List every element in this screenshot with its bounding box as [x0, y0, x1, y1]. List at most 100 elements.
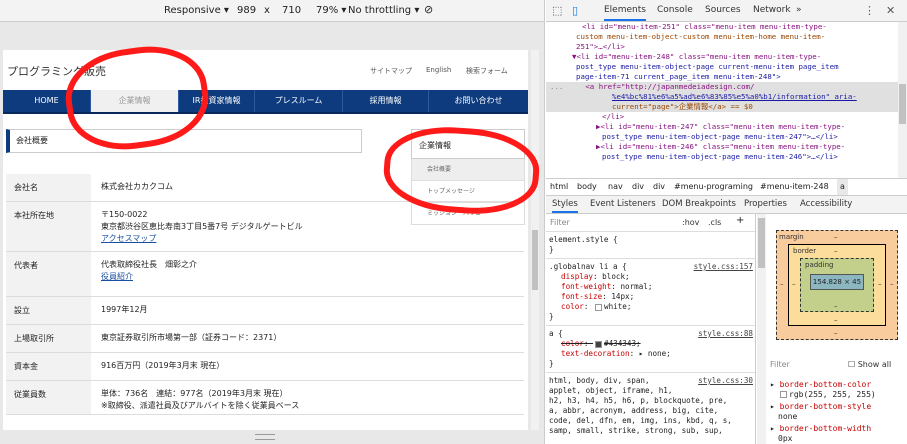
crumb-div[interactable]: div: [632, 179, 644, 195]
tab-dom-breakpoints[interactable]: DOM Breakpoints: [662, 199, 736, 209]
inspect-icon[interactable]: ⬚: [552, 4, 562, 17]
hov-toggle[interactable]: :hov: [682, 218, 699, 228]
tab-event-listeners[interactable]: Event Listeners: [590, 199, 656, 209]
close-icon[interactable]: ✕: [886, 4, 895, 17]
styles-tab-bar: Styles Event Listeners DOM Breakpoints P…: [546, 196, 907, 214]
row-label: 従業員数: [6, 381, 91, 414]
menu-dots-icon[interactable]: ⋮: [864, 4, 875, 17]
width-input[interactable]: 989: [237, 5, 256, 16]
show-all-checkbox[interactable]: ☐ Show all: [848, 360, 891, 369]
dom-line[interactable]: post_type menu-item-object-page menu-ite…: [546, 152, 898, 162]
zoom-dropdown[interactable]: 79% ▾: [316, 5, 346, 16]
tab-console[interactable]: Console: [657, 5, 693, 15]
elements-scrollbar[interactable]: [898, 22, 907, 178]
scrollbar-thumb[interactable]: [532, 230, 538, 290]
css-declaration[interactable]: color: white;: [549, 302, 753, 312]
tab-accessibility[interactable]: Accessibility: [800, 199, 852, 209]
dom-line[interactable]: custom menu-item-object-custom menu-item…: [546, 32, 898, 42]
css-declaration[interactable]: display: block;: [549, 272, 753, 282]
devtools-tab-bar: ⬚ ▯ Elements Console Sources Network » ⋮…: [546, 0, 907, 22]
dom-line-selected[interactable]: %e4%bc%81%e6%a5%ad%e6%83%85%e5%a0%b1/inf…: [546, 92, 898, 102]
computed-property[interactable]: ▸ border-bottom-color: [770, 380, 871, 389]
scrollbar-thumb[interactable]: [758, 218, 765, 268]
tab-elements[interactable]: Elements: [604, 5, 646, 21]
crumb-html[interactable]: html: [550, 179, 568, 195]
computed-property[interactable]: ▸ border-bottom-style: [770, 402, 871, 411]
crumb-a[interactable]: a: [837, 179, 848, 195]
elements-tree: <li id="menu-item-251" class="menu-item …: [546, 22, 898, 178]
crumb-menu-programing[interactable]: #menu-programing: [674, 179, 753, 195]
access-map-link[interactable]: アクセスマップ: [101, 233, 524, 245]
dom-line[interactable]: ▶<li id="menu-item-247" class="menu-item…: [546, 122, 898, 132]
nav-contact[interactable]: お問い合わせ: [429, 90, 528, 112]
throttle-dropdown[interactable]: No throttling ▾: [348, 5, 419, 16]
crumb-nav[interactable]: nav: [608, 179, 623, 195]
color-swatch-white: [780, 391, 787, 398]
color-swatch-white[interactable]: [595, 303, 603, 311]
dom-line-selected[interactable]: ... <a href="http://japanmedeiadesign.com…: [546, 82, 898, 92]
css-declaration[interactable]: text-decoration: ▸ none;: [549, 349, 753, 359]
more-tabs-icon[interactable]: »: [796, 5, 802, 15]
util-link-english[interactable]: English: [426, 66, 451, 74]
computed-value: none: [778, 412, 798, 421]
dom-line[interactable]: post_type menu-item-object-page current-…: [546, 62, 898, 72]
responsive-dropdown[interactable]: Responsive ▾: [164, 5, 229, 16]
computed-pane: margin – – – – border – – – – padding – …: [766, 214, 907, 444]
row-label: 設立: [6, 297, 91, 324]
row-label: 代表者: [6, 252, 91, 296]
row-value: 1997年12月: [101, 305, 148, 314]
dom-line[interactable]: page-item-71 current_page_item menu-item…: [546, 72, 898, 82]
tab-styles[interactable]: Styles: [552, 199, 578, 213]
tab-network[interactable]: Network: [753, 5, 791, 15]
computed-value: 0px: [778, 434, 793, 443]
computed-filter-row: Filter ☐ Show all: [770, 360, 905, 369]
breadcrumb: html body nav div div #menu-programing #…: [546, 178, 907, 196]
resize-handle[interactable]: [255, 434, 275, 440]
dom-line[interactable]: 251">…</li>: [546, 42, 898, 52]
tab-properties[interactable]: Properties: [744, 199, 787, 209]
css-declaration[interactable]: font-size: 14px;: [549, 292, 753, 302]
dom-line[interactable]: post_type menu-item-object-page menu-ite…: [546, 132, 898, 142]
padding-label: padding: [805, 261, 834, 269]
scrollbar-thumb[interactable]: [899, 84, 906, 124]
device-toggle-icon[interactable]: ▯: [572, 4, 578, 17]
styles-filter-row: Filter :hov .cls +: [546, 214, 755, 232]
crumb-div[interactable]: div: [653, 179, 665, 195]
dom-line[interactable]: ▶<li id="menu-item-246" class="menu-item…: [546, 142, 898, 152]
util-link-sitemap[interactable]: サイトマップ: [370, 66, 412, 76]
dom-line[interactable]: </li>: [546, 112, 898, 122]
viewport-pane: Responsive ▾ 989 x 710 79% ▾ No throttli…: [0, 0, 545, 444]
util-link-search[interactable]: 検索フォーム: [466, 66, 508, 76]
dom-line[interactable]: ▼<li id="menu-item-248" class="menu-item…: [546, 52, 898, 62]
style-source-link[interactable]: style.css:88: [698, 329, 753, 339]
style-source-link[interactable]: style.css:30: [698, 376, 753, 386]
tab-sources[interactable]: Sources: [705, 5, 741, 15]
height-input[interactable]: 710: [282, 5, 301, 16]
rotate-icon[interactable]: ⊘: [424, 3, 433, 16]
computed-property[interactable]: ▸ border-bottom-width: [770, 424, 871, 433]
dom-line[interactable]: <li id="menu-item-251" class="menu-item …: [546, 22, 898, 32]
css-declaration-overridden[interactable]: color: #434343;: [549, 339, 753, 349]
cls-toggle[interactable]: .cls: [708, 218, 721, 228]
computed-filter-input[interactable]: Filter: [770, 360, 790, 369]
nav-recruit[interactable]: 採用情報: [343, 90, 429, 112]
box-content[interactable]: 154.828 × 45: [810, 274, 864, 290]
row-label: 上場取引所: [6, 325, 91, 352]
styles-scrollbar[interactable]: [757, 214, 766, 444]
crumb-body[interactable]: body: [577, 179, 597, 195]
officers-link[interactable]: 役員紹介: [101, 271, 524, 283]
row-label: 本社所在地: [6, 202, 91, 251]
css-declaration[interactable]: font-weight: normal;: [549, 282, 753, 292]
crumb-menu-item-248[interactable]: #menu-item-248: [760, 179, 829, 195]
style-rule-globalnav: .globalnav li a { style.css:157 display:…: [546, 259, 755, 326]
viewport-scrollbar[interactable]: [531, 50, 539, 430]
dom-line-selected[interactable]: current="page">企業情報</a> == $0: [546, 102, 898, 112]
nav-press[interactable]: プレスルーム: [255, 90, 343, 112]
row-value: 単体：736名 連結：977名（2019年3月末 現在） ※取締役、派遣社員及び…: [101, 389, 300, 410]
styles-filter-input[interactable]: Filter: [550, 218, 570, 228]
style-source-link[interactable]: style.css:157: [694, 262, 753, 272]
devtools-panel: ⬚ ▯ Elements Console Sources Network » ⋮…: [546, 0, 907, 444]
color-swatch-dark[interactable]: [595, 340, 603, 348]
dimension-separator: x: [264, 5, 270, 16]
add-rule-icon[interactable]: +: [736, 216, 744, 226]
